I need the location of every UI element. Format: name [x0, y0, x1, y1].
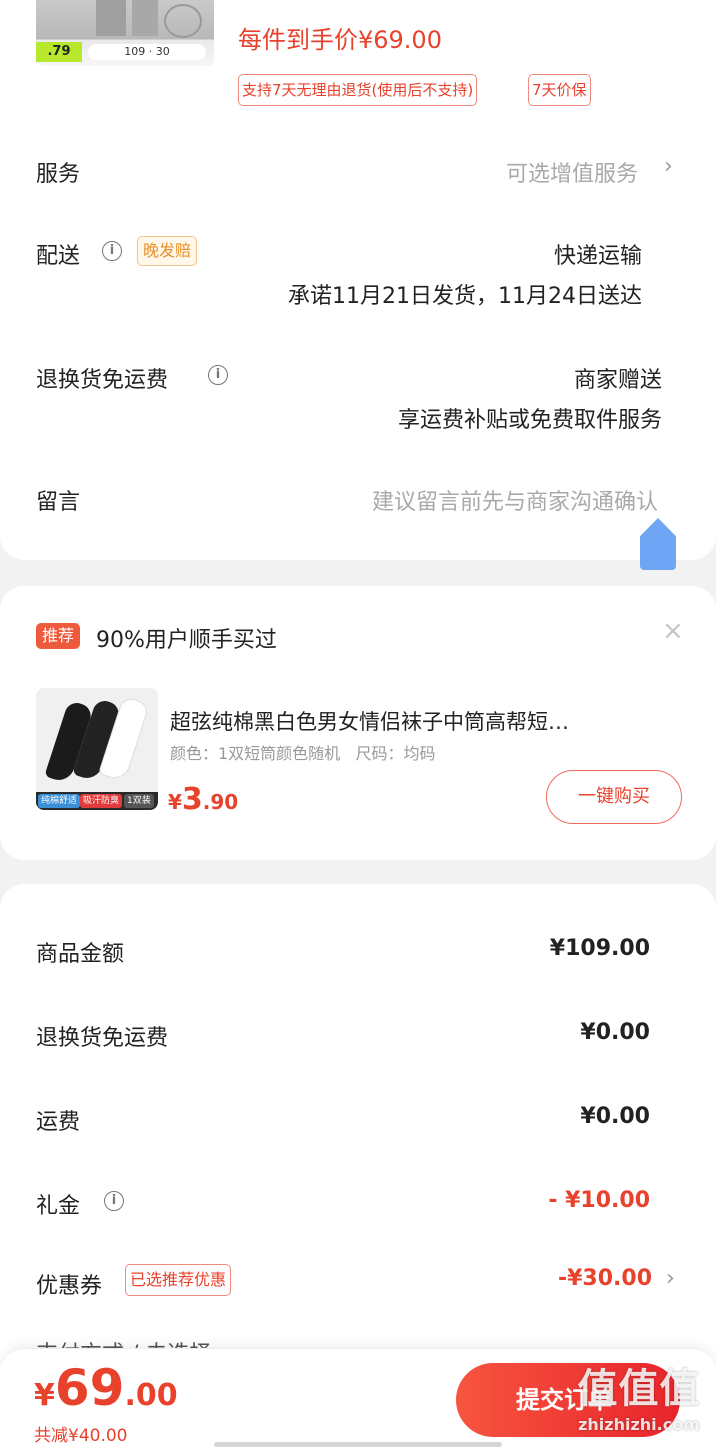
summary-label: 运费 — [36, 1110, 81, 1135]
thumb-tag-strip: 纯棉舒适 吸汗防臭 1双装 — [36, 792, 158, 810]
return-shipping-value: 商家赠送 — [573, 368, 662, 393]
recommend-badge: 推荐 — [36, 623, 81, 649]
recommend-card: 推荐 90%用户顺手买过 × 纯棉舒适 吸汗防臭 1双装 超弦纯棉黑白色男女情侣… — [0, 586, 716, 860]
watermark-url: zhizhizhi.com — [578, 1415, 700, 1434]
summary-label: 商品金额 — [36, 942, 125, 967]
recommend-title: 90%用户顺手买过 — [96, 628, 277, 653]
summary-value: ¥0.00 — [580, 1104, 650, 1129]
total-integer: 69 — [54, 1359, 125, 1417]
thumb-tag: 1双装 — [124, 794, 154, 808]
summary-label: 优惠券 — [36, 1274, 103, 1299]
coupon-value[interactable]: -¥30.00 — [558, 1266, 652, 1291]
close-icon[interactable]: × — [662, 616, 684, 646]
thumb-figure-leg — [96, 0, 126, 36]
thumb-shoe-icon — [164, 4, 202, 38]
summary-label: 礼金 — [36, 1194, 81, 1219]
thumb-size-strip: 109 · 30 — [88, 44, 206, 60]
late-compensation-badge: 晚发赔 — [137, 236, 198, 266]
price-currency: ¥ — [168, 790, 182, 814]
recommend-product-specs: 颜色：1双短筒颜色随机 尺码：均码 — [170, 744, 436, 763]
chevron-right-icon[interactable]: › — [664, 154, 673, 179]
price-decimal: .90 — [202, 790, 239, 814]
total-price: ¥69.00 — [34, 1359, 178, 1417]
delivery-method: 快递运输 — [553, 244, 642, 269]
return-shipping-label: 退换货免运费 — [36, 368, 169, 393]
total-currency: ¥ — [34, 1378, 55, 1413]
message-label: 留言 — [36, 490, 81, 515]
price-protect-tag: 7天价保 — [528, 74, 591, 106]
thumb-tag: 吸汗防臭 — [80, 794, 123, 808]
gift-money-value: - ¥10.00 — [548, 1188, 650, 1213]
recommend-product-name[interactable]: 超弦纯棉黑白色男女情侣袜子中筒高帮短… — [170, 706, 670, 736]
recommend-price: ¥3.90 — [168, 782, 238, 817]
chevron-right-icon[interactable]: › — [666, 1266, 675, 1291]
price-integer: 3 — [181, 782, 203, 817]
delivery-label: 配送 — [36, 244, 81, 269]
total-decimal: .00 — [124, 1378, 178, 1413]
total-saved: 共减¥40.00 — [34, 1426, 128, 1446]
delivery-promise: 承诺11月21日发货，11月24日送达 — [288, 284, 642, 309]
one-click-buy-button[interactable]: 一键购买 — [546, 770, 682, 824]
watermark-logo: 值值值 — [577, 1366, 701, 1412]
info-icon[interactable]: i — [208, 365, 228, 385]
info-icon[interactable]: i — [104, 1191, 124, 1211]
thumb-price-pill: .79 — [36, 42, 82, 62]
site-watermark: 值值值 zhizhizhi.com — [566, 1363, 712, 1449]
product-thumbnail[interactable]: .79 109 · 30 — [36, 0, 214, 66]
thumb-tag: 纯棉舒适 — [38, 794, 81, 808]
info-icon[interactable]: i — [102, 241, 122, 261]
order-info-card: .79 109 · 30 每件到手价¥69.00 支持7天无理由退货(使用后不支… — [0, 0, 716, 560]
summary-value: ¥109.00 — [549, 936, 650, 961]
summary-value: ¥0.00 — [580, 1020, 650, 1045]
recommend-product-thumbnail[interactable]: 纯棉舒适 吸汗防臭 1双装 — [36, 688, 158, 810]
final-price-text: 每件到手价¥69.00 — [238, 26, 442, 54]
message-input[interactable]: 建议留言前先与商家沟通确认 — [372, 484, 658, 516]
summary-label: 退换货免运费 — [36, 1026, 169, 1051]
return-shipping-sub: 享运费补贴或免费取件服务 — [397, 408, 662, 433]
return-policy-tag: 支持7天无理由退货(使用后不支持) — [238, 74, 478, 106]
service-label: 服务 — [36, 162, 81, 187]
home-indicator — [214, 1442, 502, 1447]
thumb-figure-leg — [132, 0, 158, 36]
coupon-recommended-tag[interactable]: 已选推荐优惠 — [125, 1264, 232, 1296]
checkout-bar: ¥69.00 共减¥40.00 提交订单 值值值 zhizhizhi.com — [0, 1348, 716, 1453]
service-value[interactable]: 可选增值服务 — [506, 156, 638, 188]
